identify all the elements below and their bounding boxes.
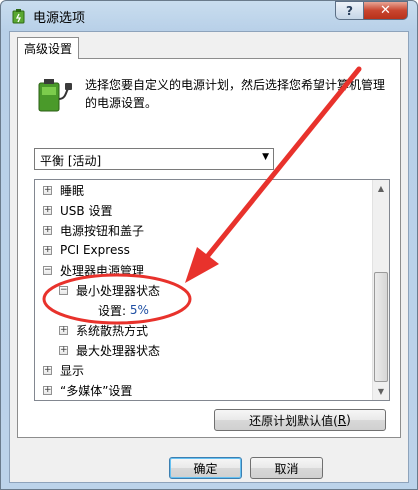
tree-item-max-processor-state[interactable]: + 最大处理器状态 [59, 340, 160, 360]
expand-icon[interactable]: + [43, 205, 52, 215]
help-button[interactable]: ? [335, 1, 364, 20]
tab-advanced-settings[interactable]: 高级设置 [17, 37, 79, 59]
description-text: 选择您要自定义的电源计划，然后选择您希望计算机管理 的电源设置。 [85, 76, 385, 112]
battery-plug-icon [38, 79, 72, 112]
expand-icon[interactable]: + [43, 385, 52, 395]
tree-item-min-processor-state[interactable]: − 最小处理器状态 [59, 280, 160, 300]
setting-label: 设置: [98, 303, 127, 318]
tree-item-sleep[interactable]: + 睡眠 [43, 180, 84, 200]
dialog-client-area: 高级设置 选择您要自定义的电源计划，然后选择您希望计算机管理 的电源设置。 平衡… [9, 31, 409, 483]
restore-label-suffix: ) [346, 413, 351, 427]
tree-item-display[interactable]: + 显示 [43, 360, 84, 380]
tree-item-usb[interactable]: + USB 设置 [43, 200, 112, 220]
expand-icon[interactable]: + [43, 225, 52, 235]
tree-item-power-buttons[interactable]: + 电源按钮和盖子 [43, 220, 144, 240]
tree-item-label: 显示 [60, 363, 85, 378]
tree-item-processor-power[interactable]: − 处理器电源管理 [43, 260, 144, 280]
tree-item-setting[interactable]: 设置: 5% [98, 300, 149, 320]
scroll-up-icon[interactable]: ▲ [373, 180, 389, 197]
collapse-icon[interactable]: − [43, 265, 52, 275]
tree-item-label: 睡眠 [60, 183, 85, 198]
tree-item-label: 最大处理器状态 [76, 343, 161, 358]
restore-defaults-button[interactable]: 还原计划默认值(R) [214, 409, 386, 431]
cancel-button[interactable]: 取消 [250, 457, 323, 479]
expand-icon[interactable]: + [43, 245, 52, 255]
tree-item-label: 系统散热方式 [76, 323, 149, 338]
power-plan-value: 平衡 [活动] [40, 154, 102, 168]
close-button[interactable]: ✕ [363, 1, 408, 20]
restore-accelerator-key: R [337, 413, 347, 427]
tree-item-label: “多媒体”设置 [60, 383, 133, 398]
ok-button[interactable]: 确定 [169, 457, 242, 479]
title-bar[interactable]: 电源选项 ? ✕ [1, 1, 417, 31]
scroll-down-icon[interactable]: ▼ [373, 383, 389, 400]
expand-icon[interactable]: + [59, 325, 68, 335]
power-options-window: 电源选项 ? ✕ 高级设置 选择您要自定义的电源计划，然后选择您希望计算机管理 … [0, 0, 418, 490]
advanced-settings-panel: 选择您要自定义的电源计划，然后选择您希望计算机管理 的电源设置。 平衡 [活动]… [17, 58, 401, 438]
description-line-2: 的电源设置。 [85, 96, 158, 110]
tree-item-pci-express[interactable]: + PCI Express [43, 240, 130, 260]
tree-item-label: 电源按钮和盖子 [60, 223, 145, 238]
tree-item-cooling-policy[interactable]: + 系统散热方式 [59, 320, 148, 340]
power-plan-select[interactable]: 平衡 [活动] ▼ [34, 148, 274, 170]
setting-value[interactable]: 5% [130, 303, 149, 317]
chevron-down-icon: ▼ [262, 152, 269, 162]
scroll-thumb[interactable] [374, 272, 388, 382]
description-line-1: 选择您要自定义的电源计划，然后选择您希望计算机管理 [85, 78, 386, 92]
expand-icon[interactable]: + [43, 365, 52, 375]
window-title: 电源选项 [33, 11, 86, 26]
tree-item-label: 最小处理器状态 [76, 283, 161, 298]
tree-scrollbar[interactable]: ▲ ▼ [372, 180, 389, 400]
tree-item-label: USB 设置 [60, 203, 113, 218]
expand-icon[interactable]: + [59, 345, 68, 355]
restore-label: 还原计划默认值( [249, 413, 338, 428]
collapse-icon[interactable]: − [59, 285, 68, 295]
power-options-icon [12, 9, 25, 24]
tree-item-label: 处理器电源管理 [60, 263, 145, 278]
expand-icon[interactable]: + [43, 185, 52, 195]
tree-item-label: PCI Express [60, 243, 130, 257]
power-settings-tree[interactable]: + 睡眠 + USB 设置 + 电源按钮和盖子 + PCI Express − [34, 179, 390, 401]
tree-item-multimedia[interactable]: + “多媒体”设置 [43, 380, 132, 400]
